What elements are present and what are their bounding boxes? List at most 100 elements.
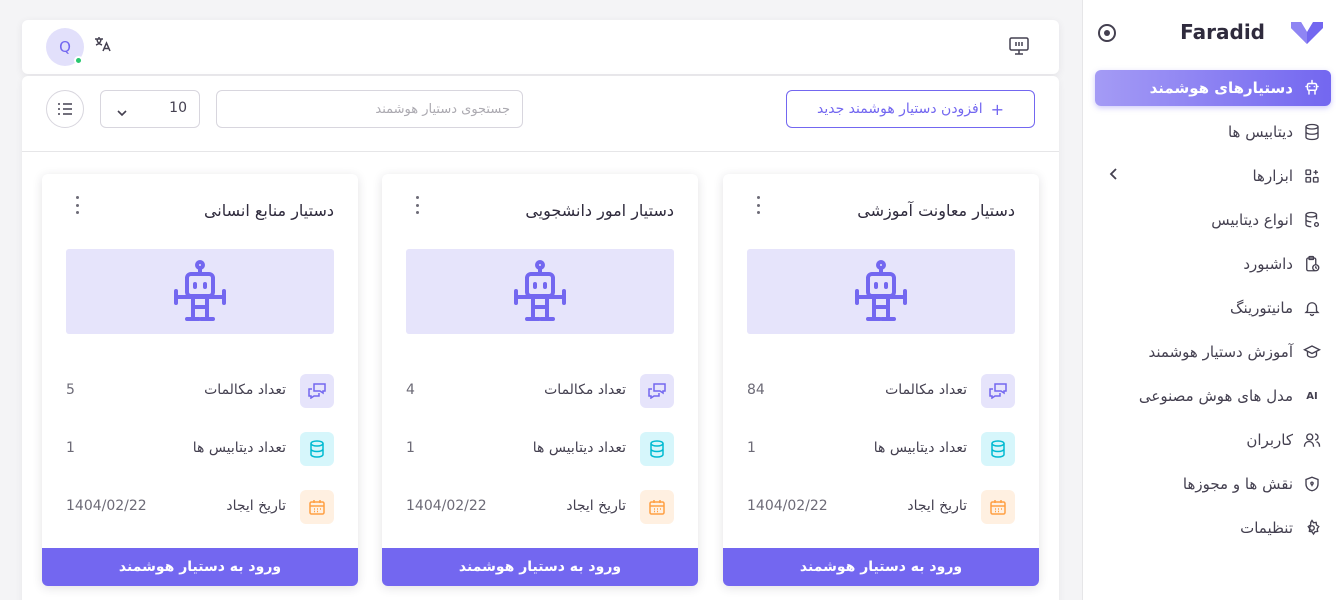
stat-conversations: تعداد مکالمات 4 bbox=[406, 374, 674, 408]
sidebar-toggle-icon[interactable] bbox=[1098, 24, 1116, 42]
brand: Faradid bbox=[1083, 14, 1336, 54]
enter-assistant-button[interactable]: ورود به دستیار هوشمند bbox=[723, 548, 1039, 586]
apps-icon bbox=[1301, 165, 1323, 187]
stat-value: 5 bbox=[66, 382, 75, 398]
chat-icon bbox=[300, 374, 334, 408]
stat-label: تعداد دیتابیس ها bbox=[532, 440, 626, 456]
list-filter-icon bbox=[58, 103, 72, 115]
sidebar-item-label: داشبورد bbox=[1243, 255, 1293, 273]
calendar-icon bbox=[640, 490, 674, 524]
sidebar-item-ai-models[interactable]: AI مدل های هوش مصنوعی bbox=[1095, 378, 1331, 414]
sidebar-item-label: آموزش دستیار هوشمند bbox=[1148, 343, 1293, 361]
calendar-icon bbox=[981, 490, 1015, 524]
stat-label: تعداد مکالمات bbox=[204, 382, 286, 398]
stat-conversations: تعداد مکالمات 84 bbox=[747, 374, 1015, 408]
calendar-icon bbox=[300, 490, 334, 524]
graduation-cap-icon bbox=[1301, 341, 1323, 363]
ai-icon: AI bbox=[1306, 390, 1318, 402]
sidebar-item-settings[interactable]: تنظیمات bbox=[1095, 510, 1331, 546]
topbar: Q bbox=[22, 20, 1059, 74]
enter-assistant-button[interactable]: ورود به دستیار هوشمند bbox=[382, 548, 698, 586]
stat-label: تعداد دیتابیس ها bbox=[192, 440, 286, 456]
enter-assistant-button[interactable]: ورود به دستیار هوشمند bbox=[42, 548, 358, 586]
sidebar-item-users[interactable]: کاربران bbox=[1095, 422, 1331, 458]
users-icon bbox=[1301, 429, 1323, 451]
stat-label: تاریخ ایجاد bbox=[226, 498, 286, 514]
stat-value: 1 bbox=[66, 440, 75, 456]
sidebar-item-assistants[interactable]: دستیارهای هوشمند bbox=[1095, 70, 1331, 106]
card-hero bbox=[406, 249, 674, 334]
sidebar-item-label: ابزارها bbox=[1252, 167, 1293, 185]
sidebar-item-label: مانیتورینگ bbox=[1230, 299, 1293, 317]
sidebar-item-database-types[interactable]: انواع دیتابیس bbox=[1095, 202, 1331, 238]
more-vertical-icon[interactable] bbox=[753, 194, 763, 216]
stat-label: تعداد دیتابیس ها bbox=[873, 440, 967, 456]
sidebar-item-label: انواع دیتابیس bbox=[1211, 211, 1293, 229]
sidebar-item-dashboard[interactable]: داشبورد bbox=[1095, 246, 1331, 282]
stat-databases: تعداد دیتابیس ها 1 bbox=[747, 432, 1015, 466]
database-icon bbox=[300, 432, 334, 466]
gear-icon bbox=[1301, 517, 1323, 539]
chat-icon bbox=[640, 374, 674, 408]
sidebar-item-monitoring[interactable]: مانیتورینگ bbox=[1095, 290, 1331, 326]
card-title: دستیار امور دانشجویی bbox=[525, 201, 674, 220]
stat-value: 84 bbox=[747, 382, 765, 398]
sidebar: Faradid دستیارهای هوشمند دیتابیس ها ابزا… bbox=[1082, 0, 1336, 600]
assistant-card: دستیار معاونت آموزشی تعداد مکالمات 84 تع… bbox=[723, 174, 1039, 586]
sidebar-item-databases[interactable]: دیتابیس ها bbox=[1095, 114, 1331, 150]
page-size-select[interactable]: 10 bbox=[100, 90, 200, 128]
stat-label: تاریخ ایجاد bbox=[907, 498, 967, 514]
robot-icon bbox=[514, 259, 566, 321]
filter-button[interactable] bbox=[46, 90, 84, 128]
sidebar-item-label: کاربران bbox=[1246, 431, 1293, 449]
shield-icon bbox=[1301, 473, 1323, 495]
database-icon bbox=[1301, 121, 1323, 143]
sidebar-item-roles[interactable]: نقش ها و مجوزها bbox=[1095, 466, 1331, 502]
sidebar-item-label: مدل های هوش مصنوعی bbox=[1138, 387, 1293, 405]
stat-label: تعداد مکالمات bbox=[544, 382, 626, 398]
search-field[interactable] bbox=[216, 90, 523, 128]
stat-value: 4 bbox=[406, 382, 415, 398]
robot-icon bbox=[1301, 77, 1323, 99]
sidebar-item-label: دیتابیس ها bbox=[1227, 123, 1293, 141]
stat-value: 1404/02/22 bbox=[406, 498, 487, 514]
brand-name: Faradid bbox=[1180, 20, 1265, 44]
more-vertical-icon[interactable] bbox=[412, 194, 422, 216]
stat-label: تاریخ ایجاد bbox=[566, 498, 626, 514]
online-status-dot bbox=[74, 56, 83, 65]
card-title: دستیار منابع انسانی bbox=[203, 201, 334, 220]
assistant-card: دستیار منابع انسانی تعداد مکالمات 5 تعدا… bbox=[42, 174, 358, 586]
card-hero bbox=[66, 249, 334, 334]
stat-value: 1 bbox=[747, 440, 756, 456]
stat-value: 1 bbox=[406, 440, 415, 456]
sidebar-item-label: نقش ها و مجوزها bbox=[1182, 475, 1293, 493]
sidebar-item-training[interactable]: آموزش دستیار هوشمند bbox=[1095, 334, 1331, 370]
database-icon bbox=[981, 432, 1015, 466]
bell-icon bbox=[1301, 297, 1323, 319]
sidebar-item-label: دستیارهای هوشمند bbox=[1149, 79, 1293, 97]
brand-logo-icon bbox=[1291, 22, 1323, 44]
stat-databases: تعداد دیتابیس ها 1 bbox=[66, 432, 334, 466]
chevron-left-icon bbox=[1109, 168, 1119, 184]
stat-databases: تعداد دیتابیس ها 1 bbox=[406, 432, 674, 466]
add-assistant-button[interactable]: + افزودن دستیار هوشمند جدید bbox=[786, 90, 1035, 128]
stat-conversations: تعداد مکالمات 5 bbox=[66, 374, 334, 408]
screen-icon[interactable] bbox=[1009, 37, 1029, 59]
page-size-value: 10 bbox=[169, 100, 187, 116]
stat-value: 1404/02/22 bbox=[66, 498, 147, 514]
add-assistant-label: افزودن دستیار هوشمند جدید bbox=[816, 101, 983, 117]
avatar-initial: Q bbox=[59, 38, 71, 56]
stat-created-date: تاریخ ایجاد 1404/02/22 bbox=[66, 490, 334, 524]
more-vertical-icon[interactable] bbox=[72, 194, 82, 216]
translate-icon[interactable] bbox=[94, 36, 112, 56]
database-cog-icon bbox=[1301, 209, 1323, 231]
chevron-down-icon bbox=[117, 102, 127, 121]
sidebar-menu: دستیارهای هوشمند دیتابیس ها ابزارها انوا… bbox=[1095, 70, 1331, 554]
search-input[interactable] bbox=[217, 91, 522, 127]
assistant-card: دستیار امور دانشجویی تعداد مکالمات 4 تعد… bbox=[382, 174, 698, 586]
robot-icon bbox=[174, 259, 226, 321]
database-icon bbox=[640, 432, 674, 466]
sidebar-item-tools[interactable]: ابزارها bbox=[1095, 158, 1331, 194]
robot-icon bbox=[855, 259, 907, 321]
stat-created-date: تاریخ ایجاد 1404/02/22 bbox=[747, 490, 1015, 524]
